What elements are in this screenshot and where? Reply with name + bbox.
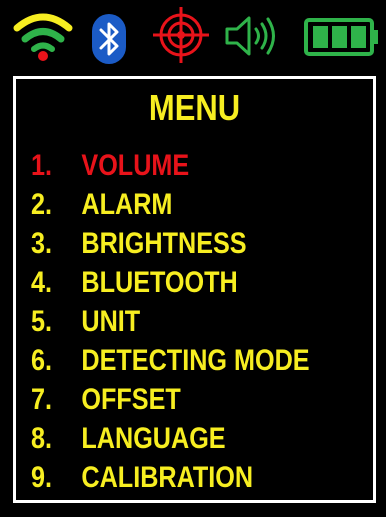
bluetooth-icon bbox=[92, 14, 126, 64]
menu-item-alarm[interactable]: 2. ALARM bbox=[31, 185, 310, 224]
menu-list: 1. VOLUME 2. ALARM 3. BRIGHTNESS 4. BLUE… bbox=[31, 146, 363, 497]
menu-item-unit[interactable]: 5. UNIT bbox=[31, 302, 310, 341]
menu-item-number: 1. bbox=[31, 149, 53, 182]
status-bar bbox=[0, 0, 386, 68]
menu-item-label: CALIBRATION bbox=[81, 461, 254, 494]
wifi-icon bbox=[13, 13, 73, 61]
menu-item-number: 4. bbox=[31, 266, 53, 299]
menu-item-number: 2. bbox=[31, 188, 53, 221]
target-icon bbox=[153, 7, 209, 63]
battery-icon bbox=[304, 18, 378, 56]
menu-item-volume[interactable]: 1. VOLUME bbox=[31, 146, 310, 185]
speaker-volume-icon bbox=[225, 16, 275, 56]
menu-item-label: LANGUAGE bbox=[81, 422, 226, 455]
menu-item-label: BLUETOOTH bbox=[81, 266, 238, 299]
menu-item-offset[interactable]: 7. OFFSET bbox=[31, 380, 310, 419]
menu-item-label: ALARM bbox=[81, 188, 173, 221]
menu-item-number: 9. bbox=[31, 461, 53, 494]
menu-item-number: 5. bbox=[31, 305, 53, 338]
device-screen: MENU 1. VOLUME 2. ALARM 3. BRIGHTNESS 4.… bbox=[0, 0, 386, 517]
menu-title: MENU bbox=[148, 87, 241, 128]
menu-item-label: BRIGHTNESS bbox=[81, 227, 247, 260]
menu-item-brightness[interactable]: 3. BRIGHTNESS bbox=[31, 224, 310, 263]
menu-item-calibration[interactable]: 9. CALIBRATION bbox=[31, 458, 310, 497]
menu-item-label: OFFSET bbox=[81, 383, 181, 416]
menu-item-bluetooth[interactable]: 4. BLUETOOTH bbox=[31, 263, 310, 302]
menu-panel: MENU 1. VOLUME 2. ALARM 3. BRIGHTNESS 4.… bbox=[13, 76, 376, 503]
menu-item-language[interactable]: 8. LANGUAGE bbox=[31, 419, 310, 458]
menu-item-number: 8. bbox=[31, 422, 53, 455]
menu-item-label: UNIT bbox=[81, 305, 141, 338]
menu-item-label: VOLUME bbox=[81, 149, 190, 182]
menu-item-number: 7. bbox=[31, 383, 53, 416]
menu-item-detecting-mode[interactable]: 6. DETECTING MODE bbox=[31, 341, 310, 380]
menu-item-number: 6. bbox=[31, 344, 53, 377]
menu-item-number: 3. bbox=[31, 227, 53, 260]
menu-item-label: DETECTING MODE bbox=[81, 344, 310, 377]
